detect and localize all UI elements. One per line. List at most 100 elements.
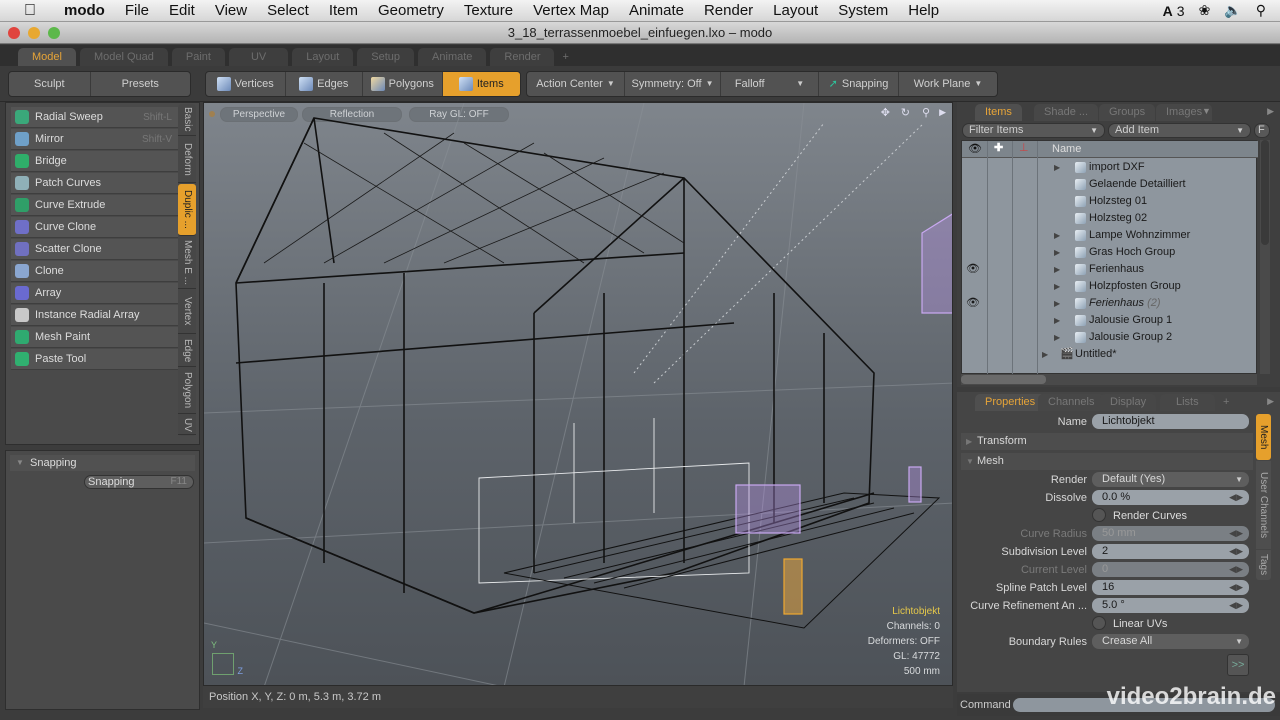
filter-items-dropdown[interactable]: Filter Items ▼ — [962, 123, 1105, 138]
adobe-icon[interactable]: A — [1163, 3, 1173, 19]
tool-instance-radial-array[interactable]: Instance Radial Array — [11, 305, 178, 326]
spinner-icon[interactable]: ◀▶ — [1229, 490, 1243, 505]
tab-animate[interactable]: Animate — [418, 48, 487, 66]
more-options-button[interactable]: >> — [1227, 654, 1249, 676]
tab-display[interactable]: Display — [1100, 394, 1157, 411]
menu-select[interactable]: Select — [257, 0, 319, 22]
visibility-eye-icon[interactable]: 👁 — [966, 295, 980, 312]
sculpt-button[interactable]: Sculpt — [9, 72, 91, 96]
curve-refinement-field[interactable]: 5.0 ° ◀▶ — [1092, 598, 1249, 613]
tab-groups[interactable]: Groups — [1099, 104, 1156, 121]
tree-item-row[interactable]: ▶ Holzpfosten Group — [962, 278, 1258, 295]
tree-item-row[interactable]: Gelaende Detailliert — [962, 176, 1258, 193]
menu-app[interactable]: modo — [54, 0, 115, 22]
dissolve-field[interactable]: 0.0 % ◀▶ — [1092, 490, 1249, 505]
tab-items[interactable]: Items — [975, 104, 1022, 121]
tab-deform[interactable]: Deform — [178, 137, 196, 183]
tree-item-row[interactable]: Holzsteg 01 — [962, 193, 1258, 210]
tab-mesh-edit[interactable]: Mesh E ... — [178, 237, 196, 289]
menu-file[interactable]: File — [115, 0, 159, 22]
tool-patch-curves[interactable]: Patch Curves — [11, 173, 178, 194]
apple-icon[interactable]:  — [20, 2, 40, 20]
tab-mesh[interactable]: Mesh — [1256, 414, 1271, 460]
mesh-section[interactable]: ▼ Mesh — [961, 453, 1253, 470]
add-tab-button[interactable]: + — [558, 48, 572, 66]
tab-render[interactable]: Render — [490, 48, 555, 66]
minimize-window-icon[interactable] — [28, 27, 40, 39]
tab-lists[interactable]: Lists — [1160, 394, 1215, 411]
render-curves-checkbox[interactable] — [1092, 508, 1106, 522]
tree-item-row[interactable]: ▶ Lampe Wohnzimmer — [962, 227, 1258, 244]
tool-scatter-clone[interactable]: Scatter Clone — [11, 239, 178, 260]
boundary-rules-dropdown[interactable]: Crease All ▼ — [1092, 634, 1249, 649]
close-window-icon[interactable] — [8, 27, 20, 39]
expand-arrow-icon[interactable]: ▶ — [1054, 244, 1060, 261]
scrollbar-thumb[interactable] — [1261, 140, 1269, 245]
tab-shader[interactable]: Shade ... — [1034, 104, 1099, 121]
subdivision-level-field[interactable]: 2 ◀▶ — [1092, 544, 1249, 559]
menu-system[interactable]: System — [828, 0, 898, 22]
tab-polygon[interactable]: Polygon — [178, 368, 196, 414]
tree-item-row[interactable]: ▶ import DXF — [962, 159, 1258, 176]
tool-mesh-paint[interactable]: Mesh Paint — [11, 327, 178, 348]
action-center-dropdown[interactable]: Action Center ▼ — [527, 72, 625, 96]
menu-layout[interactable]: Layout — [763, 0, 828, 22]
tree-item-row[interactable]: ▶ Jalousie Group 2 — [962, 329, 1258, 346]
bluetooth-fan-icon[interactable]: ❀ — [1199, 2, 1211, 19]
menu-item[interactable]: Item — [319, 0, 368, 22]
tab-model-quad[interactable]: Model Quad — [79, 48, 168, 66]
tool-clone[interactable]: Clone — [11, 261, 178, 282]
tree-item-row[interactable]: 👁 ▶ Ferienhaus (2) — [962, 295, 1258, 312]
expand-arrow-icon[interactable]: ▶ — [1054, 295, 1060, 312]
tree-item-row[interactable]: 👁 ▶ Ferienhaus — [962, 261, 1258, 278]
tool-array[interactable]: Array — [11, 283, 178, 304]
items-mode-button[interactable]: Items — [442, 72, 520, 96]
tool-curve-clone[interactable]: Curve Clone — [11, 217, 178, 238]
tab-setup[interactable]: Setup — [357, 48, 415, 66]
name-field[interactable]: Lichtobjekt — [1092, 414, 1249, 429]
tab-vertex[interactable]: Vertex — [178, 290, 196, 334]
falloff-dropdown[interactable]: Falloff ▼ — [721, 72, 819, 96]
expand-arrow-icon[interactable]: ▶ — [1054, 278, 1060, 295]
tool-radial-sweep[interactable]: Radial Sweep Shift-L — [11, 107, 178, 128]
tool-mirror[interactable]: Mirror Shift-V — [11, 129, 178, 150]
tool-paste-tool[interactable]: Paste Tool — [11, 349, 178, 370]
more-tabs-icon[interactable]: ▼ — [1202, 106, 1211, 116]
expand-arrow-icon[interactable]: ▶ — [1054, 227, 1060, 244]
panel-expand-icon[interactable]: ▶ — [1267, 396, 1274, 407]
tab-paint[interactable]: Paint — [171, 48, 225, 66]
add-item-dropdown[interactable]: Add Item ▼ — [1108, 123, 1251, 138]
tool-bridge[interactable]: Bridge — [11, 151, 178, 172]
spotlight-search-icon[interactable]: ⚲ — [1256, 2, 1266, 19]
menu-edit[interactable]: Edit — [159, 0, 205, 22]
scrollbar-thumb[interactable] — [961, 375, 1046, 384]
tree-item-row[interactable]: ▶ Jalousie Group 1 — [962, 312, 1258, 329]
3d-viewport[interactable]: Perspective Reflection Ray GL: OFF ✥ ↻ ⚲… — [203, 102, 953, 686]
menu-geometry[interactable]: Geometry — [368, 0, 454, 22]
visibility-eye-icon[interactable]: 👁 — [966, 261, 980, 278]
presets-button[interactable]: Presets — [91, 72, 190, 96]
spinner-icon[interactable]: ◀▶ — [1229, 580, 1243, 595]
snapping-button[interactable]: ➚ Snapping — [819, 72, 899, 96]
tree-vertical-scrollbar[interactable] — [1260, 140, 1270, 374]
expand-arrow-icon[interactable]: ▶ — [1054, 261, 1060, 278]
spline-patch-level-field[interactable]: 16 ◀▶ — [1092, 580, 1249, 595]
f-button[interactable]: F — [1254, 123, 1270, 138]
spinner-icon[interactable]: ◀▶ — [1229, 598, 1243, 613]
menu-texture[interactable]: Texture — [454, 0, 523, 22]
tab-basic[interactable]: Basic — [178, 104, 196, 136]
tool-curve-extrude[interactable]: Curve Extrude — [11, 195, 178, 216]
expand-arrow-icon[interactable]: ▶ — [1042, 346, 1048, 363]
symmetry-dropdown[interactable]: Symmetry: Off ▼ — [625, 72, 721, 96]
menu-animate[interactable]: Animate — [619, 0, 694, 22]
tab-uv[interactable]: UV — [178, 415, 196, 435]
vertices-mode-button[interactable]: Vertices — [206, 72, 286, 96]
spinner-icon[interactable]: ◀▶ — [1229, 544, 1243, 559]
work-plane-dropdown[interactable]: Work Plane ▼ — [899, 72, 997, 96]
tab-duplicate[interactable]: Duplic ... — [178, 184, 196, 236]
axis-column-icon[interactable]: ⊥ — [1019, 141, 1029, 154]
curve-radius-field[interactable]: 50 mm ◀▶ — [1092, 526, 1249, 541]
zoom-window-icon[interactable] — [48, 27, 60, 39]
tab-properties[interactable]: Properties — [975, 394, 1046, 411]
scene-row[interactable]: ▶ 🎬 Untitled* — [962, 346, 1258, 363]
